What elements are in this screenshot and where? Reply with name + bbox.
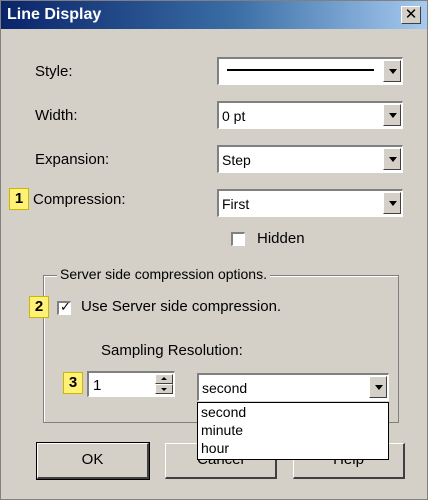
expansion-value: Step xyxy=(222,152,251,168)
expansion-select[interactable]: Step xyxy=(217,145,403,173)
spin-down-icon[interactable] xyxy=(155,384,173,394)
checkmark-icon: ✓ xyxy=(60,299,71,314)
hidden-label: Hidden xyxy=(257,230,305,247)
style-select[interactable] xyxy=(217,57,403,85)
dropdown-option-minute[interactable]: minute xyxy=(201,422,243,438)
dropdown-option-second[interactable]: second xyxy=(201,404,246,420)
compression-select[interactable]: First xyxy=(217,189,403,217)
expansion-label: Expansion: xyxy=(35,151,110,168)
compression-value: First xyxy=(222,196,250,212)
resolution-unit-select[interactable]: second xyxy=(197,373,389,401)
title-bar: Line Display ✕ xyxy=(1,1,427,29)
hidden-checkbox[interactable] xyxy=(231,232,245,246)
close-button[interactable]: ✕ xyxy=(401,6,421,24)
ok-button[interactable]: OK xyxy=(36,442,150,480)
line-style-sample xyxy=(227,69,374,71)
sampling-resolution-spinner[interactable]: 1 xyxy=(87,371,175,397)
chevron-down-icon[interactable] xyxy=(383,60,401,82)
callout-badge-3: 3 xyxy=(63,372,83,394)
line-display-dialog: Line Display ✕ Style: Width: 0 pt Expans… xyxy=(0,0,428,500)
chevron-down-icon[interactable] xyxy=(383,104,401,126)
callout-badge-1: 1 xyxy=(9,188,29,210)
spin-up-icon[interactable] xyxy=(155,374,173,384)
use-server-compression-checkbox[interactable]: ✓ xyxy=(57,299,71,315)
sampling-resolution-label: Sampling Resolution: xyxy=(101,342,243,359)
chevron-down-icon[interactable] xyxy=(383,148,401,170)
callout-badge-2: 2 xyxy=(29,296,49,318)
close-icon: ✕ xyxy=(404,6,418,23)
server-compression-group-title: Server side compression options. xyxy=(57,266,270,282)
sampling-resolution-value: 1 xyxy=(93,377,102,394)
width-label: Width: xyxy=(35,107,78,124)
resolution-unit-value: second xyxy=(202,380,248,396)
width-select[interactable]: 0 pt xyxy=(217,101,403,129)
width-value: 0 pt xyxy=(222,108,246,124)
dropdown-option-hour[interactable]: hour xyxy=(201,440,229,456)
spinner-buttons xyxy=(155,374,173,394)
resolution-unit-dropdown-list: second minute hour xyxy=(197,402,389,460)
style-label: Style: xyxy=(35,63,73,80)
window-title: Line Display xyxy=(7,6,102,23)
chevron-down-icon[interactable] xyxy=(383,192,401,214)
use-server-compression-label: Use Server side compression. xyxy=(81,298,282,315)
compression-label: Compression: xyxy=(33,191,126,208)
chevron-down-icon[interactable] xyxy=(369,376,387,398)
